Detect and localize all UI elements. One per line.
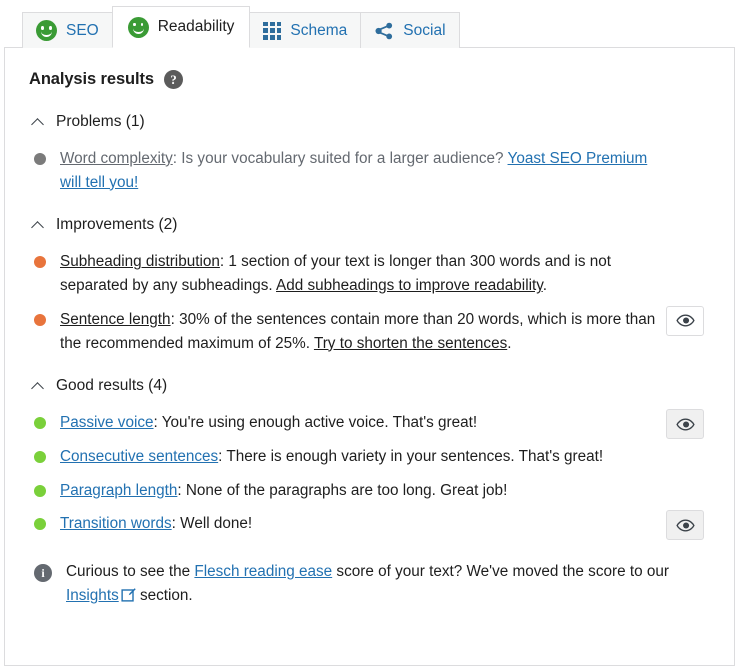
status-bullet — [34, 153, 46, 165]
status-bullet — [34, 518, 46, 531]
result-cta-link[interactable]: Add subheadings to improve readability — [276, 277, 543, 294]
footer-note-text: Curious to see the Flesch reading ease s… — [66, 560, 706, 609]
analysis-panel: Analysis results ? Problems (1) Word comp… — [4, 47, 735, 666]
result-cta-link[interactable]: Try to shorten the sentences — [314, 335, 507, 352]
external-link-icon — [121, 586, 136, 610]
status-bullet — [34, 417, 46, 430]
highlight-in-text-button[interactable] — [666, 305, 704, 336]
section-header-problems[interactable]: Problems (1) — [31, 109, 710, 135]
result-title-link[interactable]: Subheading distribution — [60, 253, 220, 270]
result-text: Word complexity: Is your vocabulary suit… — [60, 147, 678, 194]
tab-seo[interactable]: SEO — [22, 12, 113, 48]
eye-icon — [675, 516, 695, 535]
tab-label: SEO — [66, 21, 99, 39]
share-icon — [374, 21, 394, 41]
result-item-subheading-distribution: Subheading distribution: 1 section of yo… — [29, 246, 710, 301]
section-title: Good results (4) — [56, 377, 168, 395]
status-bullet — [34, 450, 46, 463]
result-body-text: : Well done! — [171, 515, 253, 533]
result-title-link[interactable]: Passive voice — [60, 414, 154, 431]
section-header-good-results[interactable]: Good results (4) — [31, 373, 710, 399]
result-title-link[interactable]: Sentence length — [60, 311, 171, 328]
analysis-sections: Problems (1) Word complexity: Is your voc… — [29, 109, 710, 541]
status-bullet — [34, 256, 46, 269]
section-title: Improvements (2) — [56, 216, 178, 234]
flesch-reading-ease-link[interactable]: Flesch reading ease — [194, 563, 332, 580]
grid-icon — [263, 21, 282, 40]
analysis-tab-bar: SEO Readability Schema Social — [22, 6, 460, 48]
tab-label: Schema — [290, 21, 348, 39]
footer-middle-text: score of your text? We've moved the scor… — [332, 563, 669, 581]
result-tail-text: . — [507, 334, 512, 352]
result-list-good-results: Passive voice: You're using enough activ… — [29, 407, 710, 541]
highlight-in-text-button[interactable] — [666, 409, 704, 440]
insights-link[interactable]: Insights — [66, 587, 119, 604]
result-body-text: : There is enough variety in your senten… — [218, 447, 604, 465]
result-body-text: : Is your vocabulary suited for a larger… — [172, 150, 508, 167]
result-item-consecutive-sentences: Consecutive sentences: There is enough v… — [29, 441, 710, 473]
tab-readability[interactable]: Readability — [111, 6, 251, 48]
chevron-up-icon — [31, 115, 45, 129]
section-title: Problems (1) — [56, 113, 145, 130]
chevron-up-icon — [31, 218, 45, 232]
result-text: Transition words: Well done! — [60, 512, 678, 536]
eye-icon — [675, 415, 695, 434]
yoast-readability-panel: SEO Readability Schema Social Analysis resu… — [0, 0, 739, 671]
result-item-sentence-length: Sentence length: 30% of the sentences co… — [29, 304, 710, 359]
result-text: Sentence length: 30% of the sentences co… — [60, 308, 678, 355]
result-item-word-complexity: Word complexity: Is your vocabulary suit… — [29, 143, 710, 198]
smiley-green-icon — [36, 20, 57, 41]
result-item-paragraph-length: Paragraph length: None of the paragraphs… — [29, 475, 710, 507]
result-item-passive-voice: Passive voice: You're using enough activ… — [29, 407, 710, 440]
footer-lead-text: Curious to see the — [66, 563, 195, 581]
result-text: Consecutive sentences: There is enough v… — [60, 445, 678, 469]
tab-label: Social — [403, 21, 446, 39]
tab-label: Readability — [157, 18, 235, 36]
result-text: Subheading distribution: 1 section of yo… — [60, 250, 678, 297]
result-title-link[interactable]: Word complexity — [60, 150, 173, 167]
info-icon: i — [34, 564, 52, 583]
result-title-link[interactable]: Paragraph length — [60, 482, 177, 499]
result-list-problems: Word complexity: Is your vocabulary suit… — [29, 143, 710, 198]
result-list-improvements: Subheading distribution: 1 section of yo… — [29, 246, 710, 359]
smiley-green-icon — [127, 16, 149, 38]
footer-tail-text: section. — [135, 586, 193, 604]
tab-schema[interactable]: Schema — [249, 12, 362, 48]
result-text: Paragraph length: None of the paragraphs… — [60, 479, 678, 503]
result-item-transition-words: Transition words: Well done! — [29, 508, 710, 541]
flesch-reading-ease-note: i Curious to see the Flesch reading ease… — [34, 556, 710, 609]
result-text: Passive voice: You're using enough activ… — [60, 411, 678, 435]
analysis-results-header: Analysis results ? — [29, 70, 710, 89]
chevron-up-icon — [31, 379, 45, 393]
status-bullet — [34, 484, 46, 497]
tab-social[interactable]: Social — [360, 12, 460, 48]
question-mark-icon[interactable]: ? — [163, 70, 183, 89]
highlight-in-text-button[interactable] — [666, 510, 704, 541]
result-body-text: : You're using enough active voice. That… — [153, 414, 478, 432]
section-header-improvements[interactable]: Improvements (2) — [31, 212, 710, 238]
eye-icon — [675, 311, 695, 330]
result-body-text: : None of the paragraphs are too long. G… — [177, 481, 508, 499]
result-title-link[interactable]: Transition words — [60, 515, 172, 532]
result-title-link[interactable]: Consecutive sentences — [60, 448, 218, 465]
status-bullet — [34, 313, 46, 326]
result-tail-text: . — [542, 277, 548, 295]
page-title: Analysis results — [29, 70, 154, 88]
